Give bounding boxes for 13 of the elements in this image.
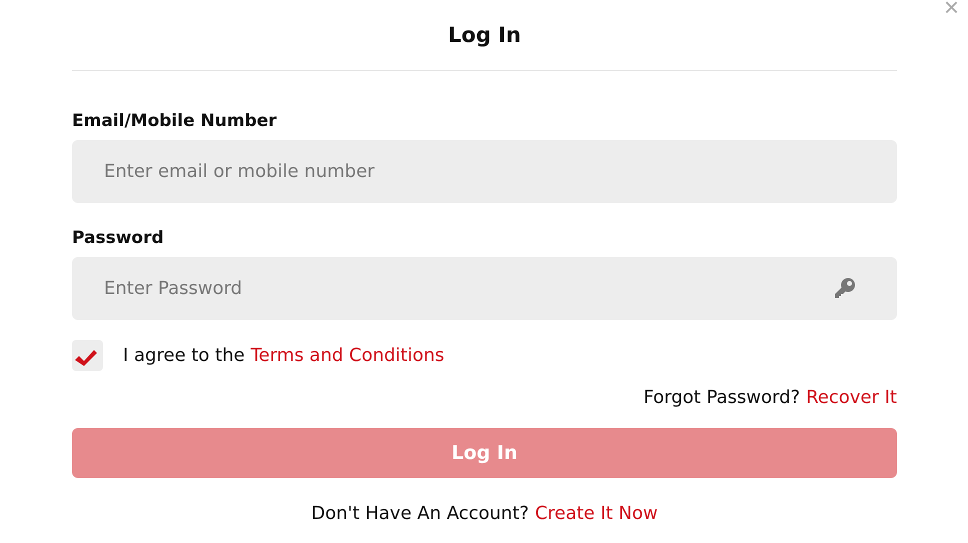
forgot-text: Forgot Password?	[643, 387, 800, 408]
key-icon[interactable]	[833, 276, 857, 300]
signup-text: Don't Have An Account?	[311, 503, 529, 524]
checkbox[interactable]	[72, 340, 103, 371]
field-label: Password	[72, 227, 165, 249]
dialog-title: Log In	[448, 23, 521, 47]
agree-text: I agree to the	[123, 345, 245, 366]
recover-link[interactable]: Recover It	[806, 387, 897, 408]
terms-link[interactable]: Terms and Conditions	[250, 345, 444, 366]
create-account-link[interactable]: Create It Now	[534, 503, 658, 524]
password-field[interactable]: Enter Password	[72, 257, 897, 320]
input-field[interactable]: Enter email or mobile number	[72, 140, 897, 203]
field-label: Email/Mobile Number	[72, 110, 278, 132]
